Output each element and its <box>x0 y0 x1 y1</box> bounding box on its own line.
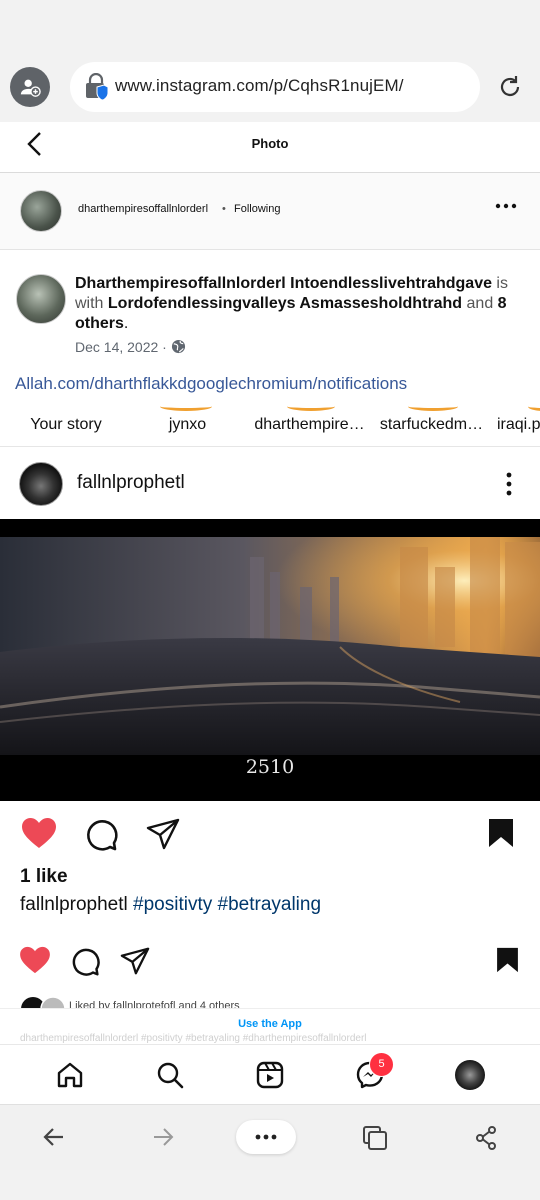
heart-filled-icon[interactable] <box>21 817 57 849</box>
reels-icon[interactable] <box>256 1061 284 1089</box>
caption-text: Dharthempiresoffallnlorderl Intoendlessl… <box>75 274 525 334</box>
post-caption: fallnlprophetl #positivty #betrayaling <box>20 894 321 916</box>
separator-dot: • <box>222 203 226 215</box>
more-horizontal-icon <box>255 1134 277 1140</box>
heart-filled-icon[interactable] <box>19 946 51 974</box>
url-text[interactable]: www.instagram.com/p/CqhsR1nujEM/ <box>115 76 404 96</box>
caption-period: . <box>123 315 129 332</box>
use-the-app-link[interactable]: Use the App <box>0 1018 540 1030</box>
globe-icon <box>171 339 186 354</box>
like-count[interactable]: 1 like <box>20 866 68 888</box>
browser-forward-icon[interactable] <box>152 1127 174 1147</box>
story-item[interactable]: Your story <box>20 416 112 434</box>
account-add-button[interactable] <box>10 67 50 107</box>
author-username[interactable]: dharthempiresoffallnlorderl <box>78 203 208 215</box>
post-image-scene <box>0 537 540 755</box>
bookmark-filled-icon[interactable] <box>496 947 519 973</box>
caption-date: Dec 14, 2022 · <box>75 339 167 355</box>
browser-share-icon[interactable] <box>475 1126 497 1150</box>
caption-username[interactable]: fallnlprophetl <box>20 894 128 915</box>
post-username[interactable]: fallnlprophetl <box>77 472 185 494</box>
comment-icon[interactable] <box>85 818 118 851</box>
caption-author-name[interactable]: Dharthempiresoffallnlorderl Intoendlessl… <box>75 275 492 292</box>
browser-menu-button[interactable] <box>236 1120 296 1154</box>
story-ring <box>528 402 540 411</box>
story-item[interactable]: starfuckedm… <box>374 416 489 434</box>
tabs-icon[interactable] <box>362 1125 388 1151</box>
reload-icon[interactable] <box>496 73 524 101</box>
story-item[interactable]: jynxo <box>140 416 235 434</box>
home-icon[interactable] <box>56 1061 84 1089</box>
browser-back-icon[interactable] <box>43 1127 65 1147</box>
post-more-icon[interactable] <box>506 472 512 496</box>
caption-link[interactable]: Allah.com/dharthflakkdgooglechromium/not… <box>15 374 407 394</box>
following-label[interactable]: Following <box>234 203 280 215</box>
account-add-icon <box>20 79 41 97</box>
messenger-badge: 5 <box>369 1052 394 1077</box>
story-ring <box>287 402 335 411</box>
author-avatar[interactable] <box>20 190 62 232</box>
page-title: Photo <box>251 136 289 151</box>
share-icon[interactable] <box>120 947 150 975</box>
image-caption: 2510 <box>245 756 295 778</box>
more-options-icon[interactable] <box>495 203 517 209</box>
bookmark-filled-icon[interactable] <box>488 818 514 848</box>
lock-shield-icon[interactable] <box>84 73 108 101</box>
comment-icon[interactable] <box>71 947 100 976</box>
caption-tagged-name[interactable]: Lordofendlessingvalleys Asmassesholdhtra… <box>108 295 462 312</box>
system-bottom-strip <box>0 1170 540 1200</box>
post-author-avatar[interactable] <box>19 462 63 506</box>
caption-avatar[interactable] <box>16 274 66 324</box>
faded-caption-line: dharthempiresoffallnlorderl #positivty #… <box>20 1033 367 1043</box>
share-icon[interactable] <box>146 818 180 850</box>
story-ring <box>160 402 212 411</box>
profile-avatar[interactable] <box>455 1060 485 1090</box>
hashtag[interactable]: #positivty <box>133 894 212 915</box>
hashtag[interactable]: #betrayaling <box>218 894 322 915</box>
story-item[interactable]: dharthempire… <box>252 416 367 434</box>
story-ring <box>408 402 458 411</box>
stories-tray: Your story jynxo dharthempire… starfucke… <box>0 400 540 447</box>
search-icon[interactable] <box>156 1061 184 1089</box>
caption-and-text: and <box>462 295 498 312</box>
story-item[interactable]: iraqi.p <box>497 416 540 434</box>
